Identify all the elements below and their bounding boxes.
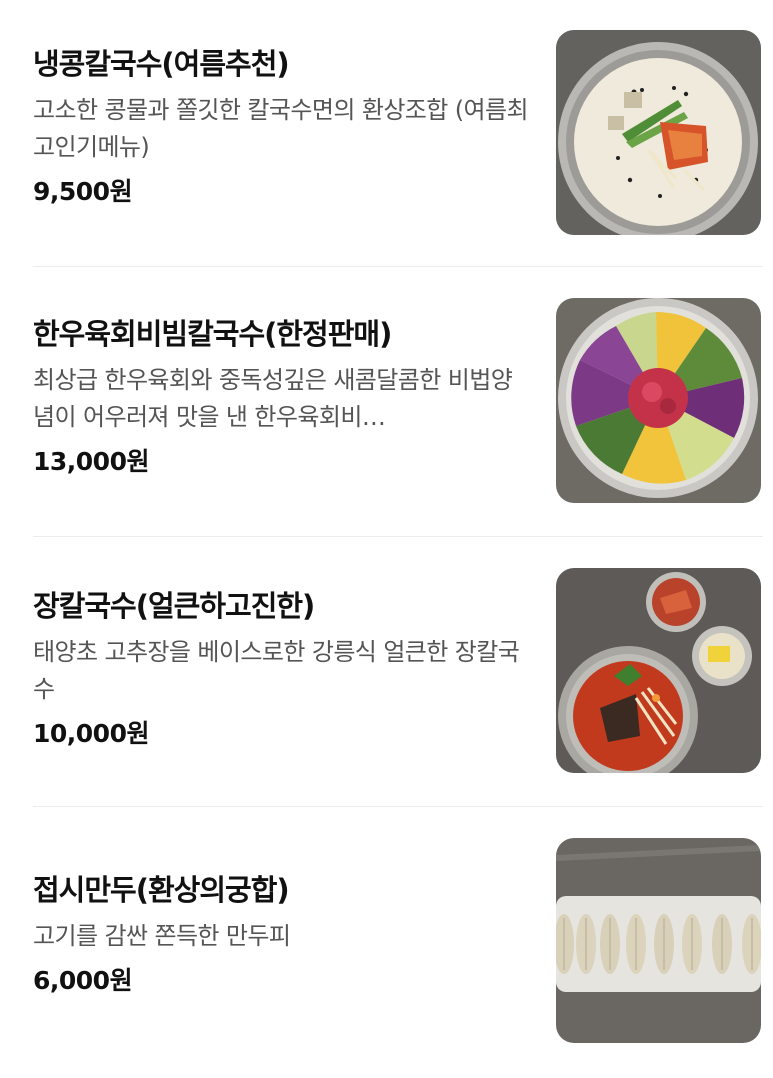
menu-item-spicy-noodle-soup[interactable]: 장칼국수(얼큰하고진한) 태양초 고추장을 베이스로한 강릉식 얼큰한 장칼국수… xyxy=(0,538,773,808)
dumplings-photo xyxy=(556,838,761,1043)
menu-item-info: 장칼국수(얼큰하고진한) 태양초 고추장을 베이스로한 강릉식 얼큰한 장칼국수… xyxy=(33,588,528,753)
menu-item-price: 6,000원 xyxy=(33,966,133,995)
menu-item-info: 접시만두(환상의궁합) 고기를 감싼 쫀득한 만두피 6,000원 xyxy=(33,872,528,1000)
menu-item-description: 고기를 감싼 쫀득한 만두피 xyxy=(33,922,291,950)
divider xyxy=(33,266,763,267)
divider xyxy=(33,536,763,537)
menu-item-info: 냉콩칼국수(여름추천) 고소한 콩물과 쫄깃한 칼국수면의 환상조합 (여름최고… xyxy=(33,46,529,211)
menu-item-price: 9,500원 xyxy=(33,177,133,206)
spicy-noodle-soup-photo xyxy=(556,568,761,773)
menu-item-beef-tartare-bibim-noodle[interactable]: 한우육회비빔칼국수(한정판매) 최상급 한우육회와 중독성깊은 새콤달콤한 비법… xyxy=(0,268,773,538)
menu-item-info: 한우육회비빔칼국수(한정판매) 최상급 한우육회와 중독성깊은 새콤달콤한 비법… xyxy=(33,316,528,481)
divider xyxy=(33,806,763,807)
menu-item-name: 냉콩칼국수(여름추천) xyxy=(33,47,290,81)
menu-item-name: 한우육회비빔칼국수(한정판매) xyxy=(33,317,392,351)
menu-item-description: 최상급 한우육회와 중독성깊은 새콤달콤한 비법양념이 어우러져 맛을 낸 한우… xyxy=(33,366,513,431)
menu-item-plate-dumplings[interactable]: 접시만두(환상의궁합) 고기를 감싼 쫀득한 만두피 6,000원 xyxy=(0,808,773,1078)
menu-item-name: 장칼국수(얼큰하고진한) xyxy=(33,589,315,623)
menu-item-name: 접시만두(환상의궁합) xyxy=(33,873,290,907)
menu-list: 냉콩칼국수(여름추천) 고소한 콩물과 쫄깃한 칼국수면의 환상조합 (여름최고… xyxy=(0,0,773,1068)
menu-item-description: 고소한 콩물과 쫄깃한 칼국수면의 환상조합 (여름최고인기메뉴) xyxy=(33,96,529,161)
soybean-noodle-photo xyxy=(556,30,761,235)
menu-item-price: 10,000원 xyxy=(33,719,149,748)
menu-item-description: 태양초 고추장을 베이스로한 강릉식 얼큰한 장칼국수 xyxy=(33,638,520,703)
menu-item-price: 13,000원 xyxy=(33,447,149,476)
menu-item-cold-soybean-noodle[interactable]: 냉콩칼국수(여름추천) 고소한 콩물과 쫄깃한 칼국수면의 환상조합 (여름최고… xyxy=(0,0,773,270)
beef-tartare-bibim-noodle-photo xyxy=(556,298,761,503)
